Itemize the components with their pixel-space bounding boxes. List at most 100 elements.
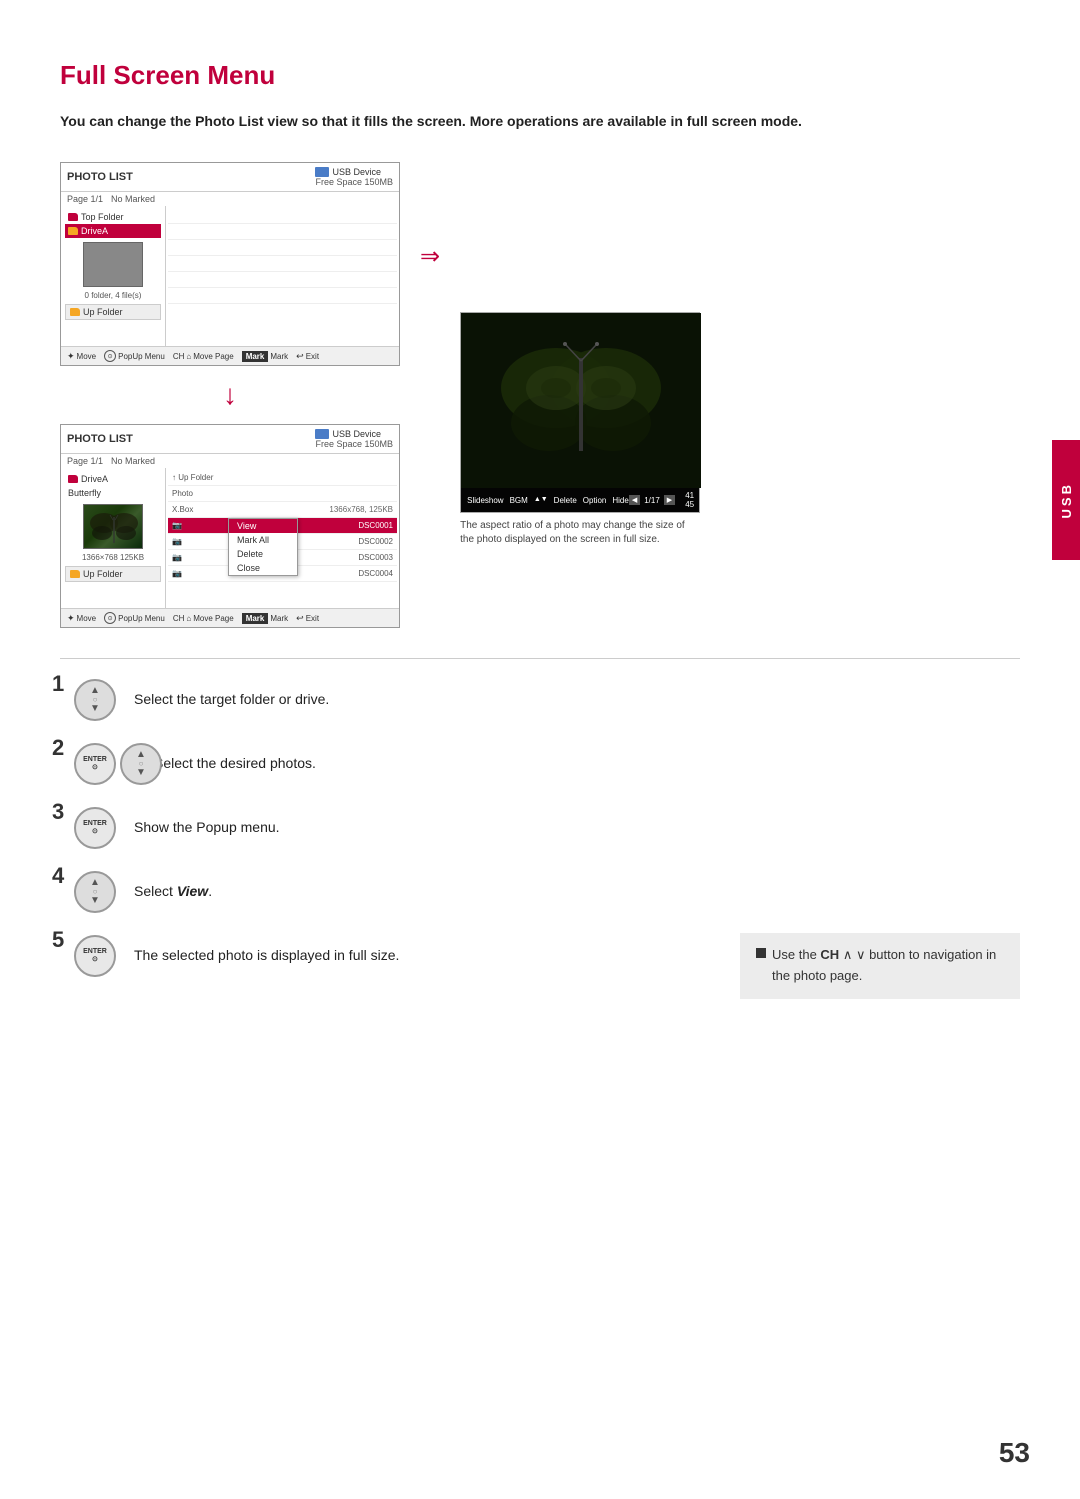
step-1: 1 ▲ ○ ▼ Select the target folder or driv…	[60, 679, 700, 721]
photo-list-top-title: PHOTO LIST	[67, 171, 133, 183]
xbox-file: X.Box	[172, 505, 193, 514]
popup-delete: Delete	[229, 547, 297, 561]
ctrl-mark-top: Mark Mark	[242, 351, 288, 362]
step-5-num: 5	[52, 927, 64, 953]
mark-btn-top: Mark	[242, 351, 269, 362]
ctrl-mark-label: Mark	[270, 352, 288, 361]
top-folder-item: Top Folder	[65, 210, 161, 224]
volume-value: 41 45	[685, 491, 694, 509]
photo-file: Photo	[172, 489, 193, 498]
folder-icon-mid	[68, 475, 78, 483]
dsc0001-file: DSC0001	[358, 521, 393, 530]
butterfly-item: Butterfly	[65, 486, 161, 500]
ctrl-popup-label: PopUp Menu	[118, 352, 165, 361]
ctrl-ch-top: CH ⌂ Move Page	[173, 352, 234, 361]
down-arrow: ↓	[60, 381, 400, 409]
step-5-enter-btn: ENTER⊙	[74, 935, 116, 977]
usb-device-mid: USB Device Free Space 150MB	[315, 429, 393, 449]
photo-list-mid-body: DriveA Butterfly	[61, 468, 399, 608]
right-arrow: ⇒	[420, 242, 440, 271]
row-5	[168, 272, 397, 288]
up-folder-file: ↑ Up Folder	[172, 473, 213, 482]
file-count-top: 0 folder, 4 file(s)	[65, 291, 161, 300]
row-4	[168, 256, 397, 272]
up-folder-mid: Up Folder	[65, 566, 161, 582]
step-3-text: Show the Popup menu.	[134, 807, 280, 838]
dsc0002-file: DSC0002	[358, 537, 393, 546]
step-2: 2 ENTER⊙ ▲ ○ ▼ Select the desired photos…	[60, 743, 700, 785]
delete-btn[interactable]: Delete	[554, 496, 577, 505]
step-2-enter-btn: ENTER⊙	[74, 743, 116, 785]
left-panel-top: Top Folder DriveA 0 folder, 4 file(s) Up…	[61, 206, 166, 346]
top-folder-label: Top Folder	[81, 212, 124, 222]
ctrl-movepage-label: Move Page	[193, 352, 233, 361]
photo-bottom-controls: Slideshow BGM ▲▼ Delete Option Hide	[467, 496, 629, 505]
photo-list-mid-title: PHOTO LIST	[67, 433, 133, 445]
step-3-badge: 3 ENTER⊙	[60, 807, 120, 849]
diagrams-section: PHOTO LIST USB Device Free Space 150MB P…	[60, 162, 1020, 628]
page-info-mid: Page 1/1 No Marked	[61, 454, 399, 468]
ctrl-exit-mid: ↩ Exit	[296, 613, 319, 624]
note-bullet: Use the CH ∧ ∨ button to navigation in t…	[756, 945, 1004, 987]
ctrl-popup-icon: ⊙	[104, 350, 116, 362]
page-info-top: Page 1/1 No Marked	[61, 192, 399, 206]
ctrl-move-top: ✦ Move	[67, 351, 96, 362]
usb-device-label-top: USB Device	[332, 167, 381, 177]
row-xbox: X.Box 1366x768, 125KB	[168, 502, 397, 518]
note-text: Use the CH ∧ ∨ button to navigation in t…	[772, 945, 1004, 987]
full-photo-box: Slideshow BGM ▲▼ Delete Option Hide ◀ 1/…	[460, 312, 700, 513]
counter-value: 1/17	[644, 496, 660, 505]
step-3: 3 ENTER⊙ Show the Popup menu.	[60, 807, 700, 849]
photo-controls-bar: Slideshow BGM ▲▼ Delete Option Hide ◀ 1/…	[461, 488, 699, 512]
usb-icon-mid	[315, 429, 329, 439]
photo-caption: The aspect ratio of a photo may change t…	[460, 519, 700, 547]
row-up-folder: ↑ Up Folder	[168, 470, 397, 486]
up-folder-label-mid: Up Folder	[83, 569, 123, 579]
slideshow-btn[interactable]: Slideshow	[467, 496, 503, 505]
step-5-text: The selected photo is displayed in full …	[134, 935, 399, 966]
page-num-mid: Page 1/1	[67, 456, 103, 466]
row-6	[168, 288, 397, 304]
ctrl-ch-mid: CH ⌂ Move Page	[173, 614, 234, 623]
hide-btn[interactable]: Hide	[612, 496, 628, 505]
drive-a-label-top: DriveA	[81, 226, 108, 236]
step-5-badge: 5 ENTER⊙	[60, 935, 120, 977]
usb-tab: USB	[1052, 440, 1080, 560]
step-4-nav-btn: ▲ ○ ▼	[74, 871, 116, 913]
enter-label-2: ENTER⊙	[83, 756, 107, 773]
enter-label-3: ENTER⊙	[83, 820, 107, 837]
h-divider	[60, 658, 1020, 659]
dsc0003-file: DSC0003	[358, 553, 393, 562]
row-2	[168, 224, 397, 240]
step-1-num: 1	[52, 671, 64, 697]
drive-a-icon-top	[68, 227, 78, 235]
bgm-btn[interactable]: BGM	[510, 496, 528, 505]
photo-list-middle: PHOTO LIST USB Device Free Space 150MB P…	[60, 424, 400, 628]
step-1-text: Select the target folder or drive.	[134, 679, 329, 710]
control-bar-top: ✦ Move ⊙ PopUp Menu CH ⌂ Move Page Mark	[61, 346, 399, 365]
usb-icon-top	[315, 167, 329, 177]
steps-section: 1 ▲ ○ ▼ Select the target folder or driv…	[60, 679, 1020, 999]
row-1	[168, 208, 397, 224]
popup-close: Close	[229, 561, 297, 575]
counter-left: ◀	[629, 495, 640, 505]
ctrl-popup-mid: ⊙ PopUp Menu	[104, 612, 165, 624]
ctrl-move-label: Move	[77, 352, 97, 361]
popup-view: View	[229, 519, 297, 533]
row-dsc0001: 📷 DSC0001 View Mark All Delete Close	[168, 518, 397, 534]
butterfly-thumb	[83, 504, 143, 549]
up-folder-icon	[70, 308, 80, 316]
right-panel-top	[166, 206, 399, 346]
dims-mid: 1366×768 125KB	[65, 553, 161, 562]
up-folder-label: Up Folder	[83, 307, 123, 317]
usb-device-label-mid: USB Device	[332, 429, 381, 439]
step-4-badge: 4 ▲ ○ ▼	[60, 871, 120, 913]
up-folder-icon-mid	[70, 570, 80, 578]
free-space-top: Free Space 150MB	[315, 177, 393, 187]
option-btn[interactable]: Option	[583, 496, 607, 505]
ctrl-ch-label: CH	[173, 352, 185, 361]
left-panel-mid: DriveA Butterfly	[61, 468, 166, 608]
page-num-top: Page 1/1	[67, 194, 103, 204]
popup-menu: View Mark All Delete Close	[228, 518, 298, 576]
marked-mid: No Marked	[111, 456, 155, 466]
